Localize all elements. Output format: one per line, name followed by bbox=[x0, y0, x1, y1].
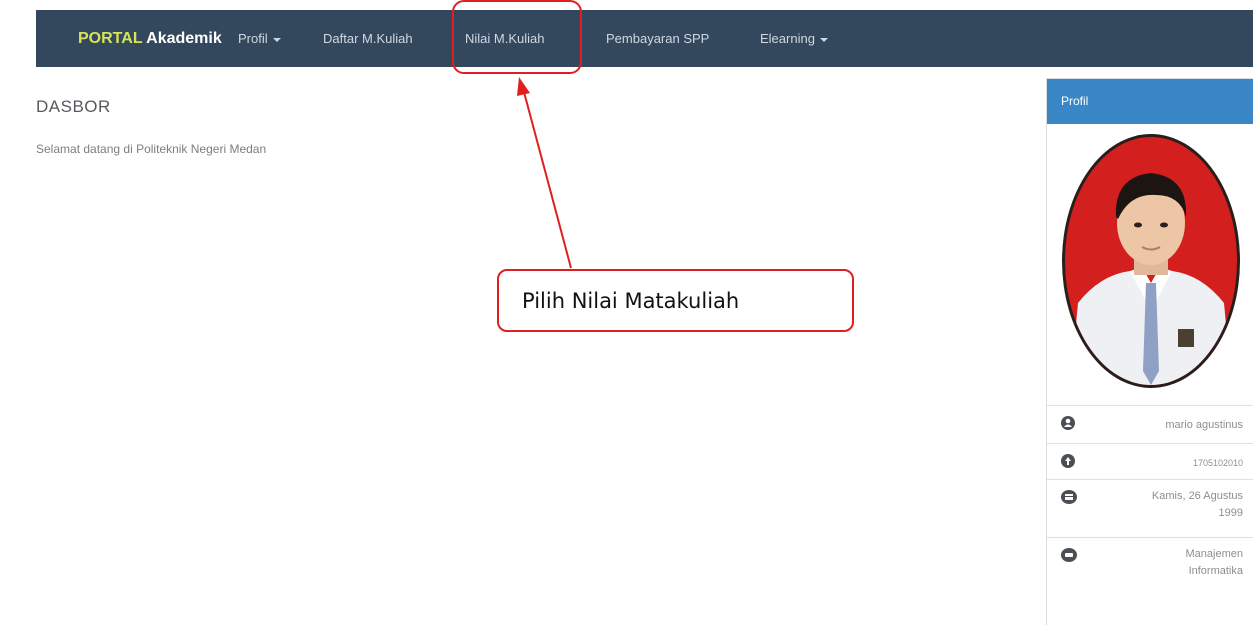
annotation-callout-text: Pilih Nilai Matakuliah bbox=[522, 289, 740, 313]
annotation-callout: Pilih Nilai Matakuliah bbox=[497, 269, 854, 332]
